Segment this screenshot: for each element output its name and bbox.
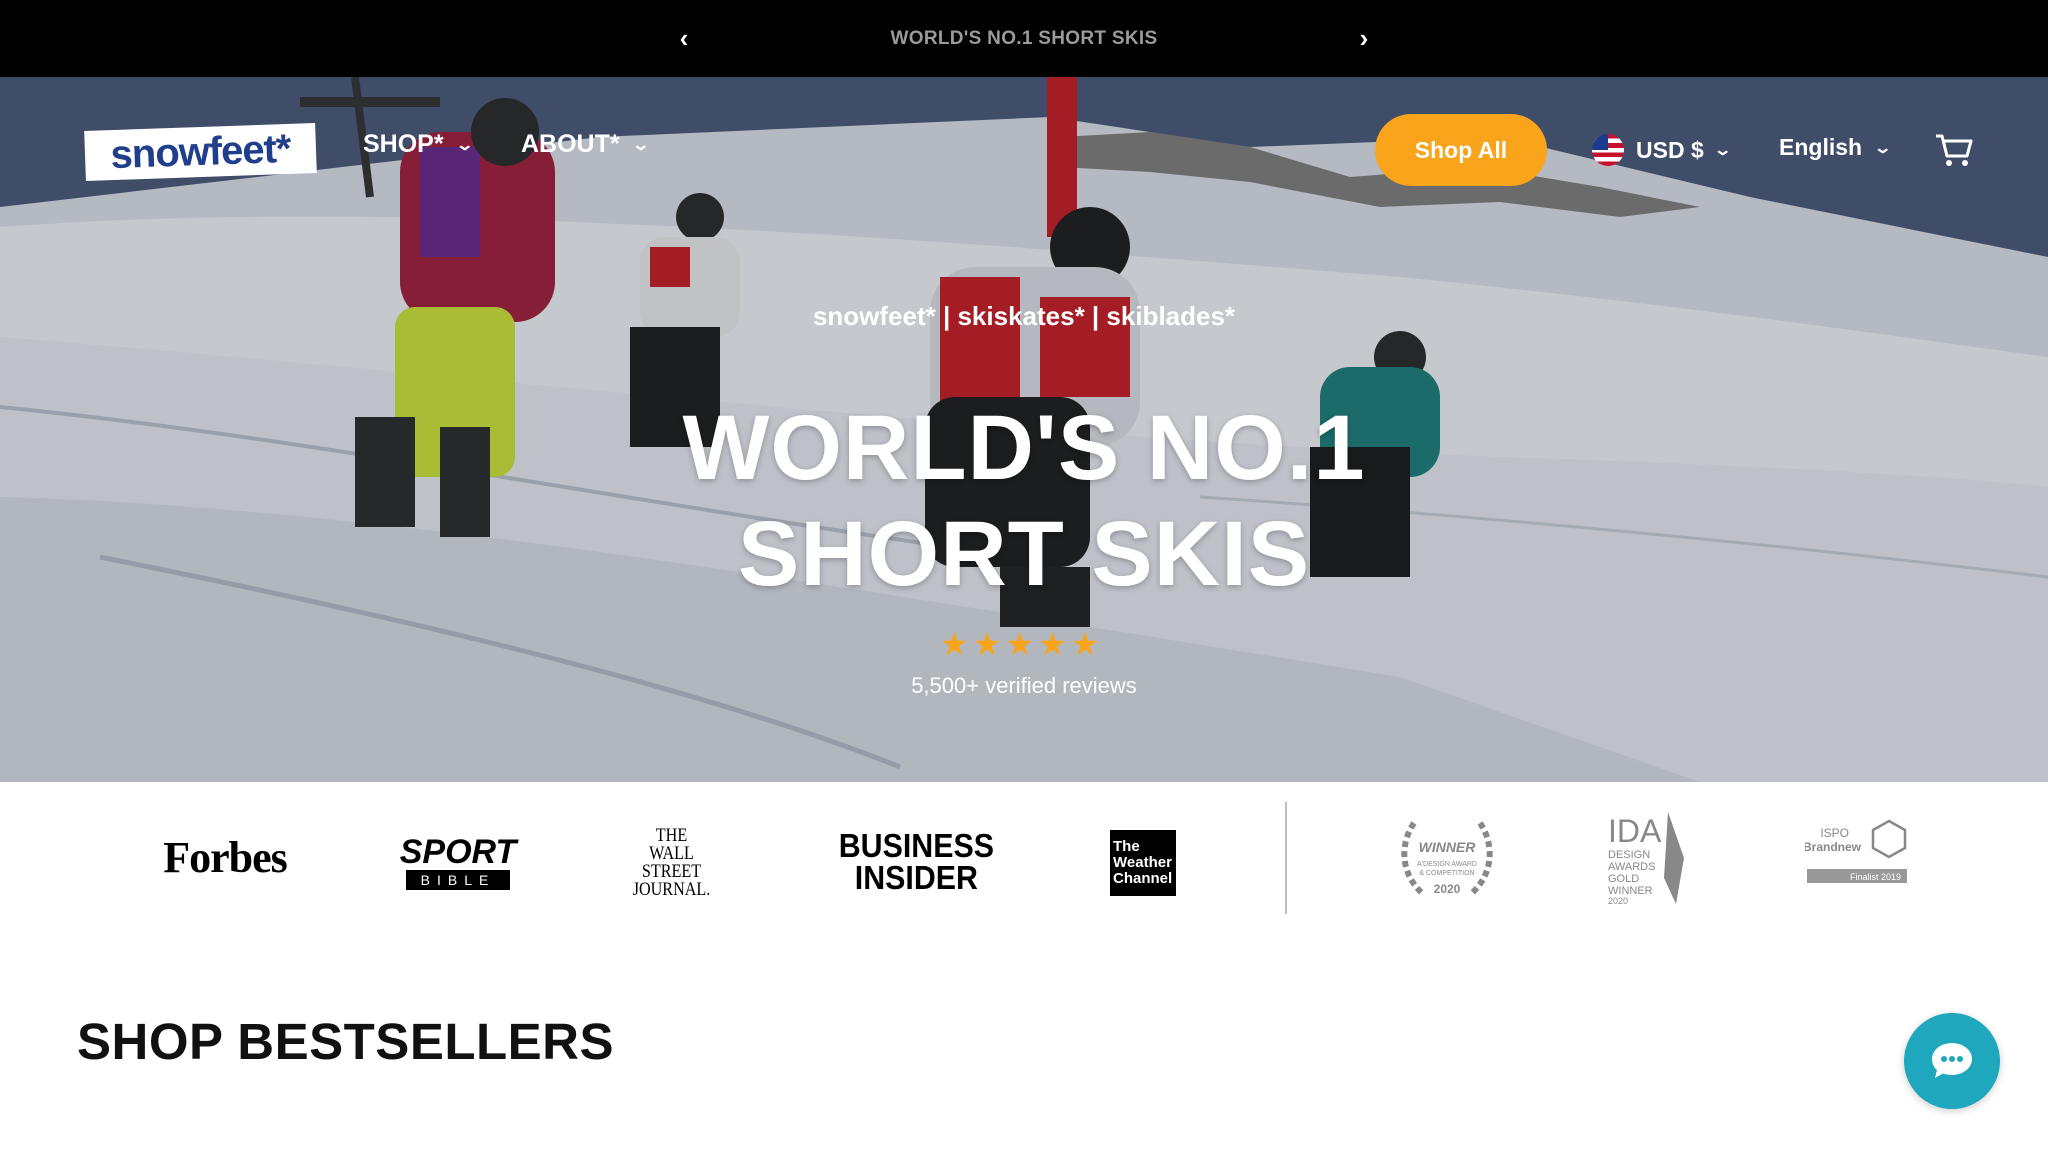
- svg-text:AWARDS: AWARDS: [1608, 861, 1655, 873]
- chevron-down-icon: ⌄: [630, 136, 650, 154]
- svg-text:A'DESIGN AWARD: A'DESIGN AWARD: [1417, 861, 1477, 868]
- sportbible-logo: SPORT BIBLE: [399, 833, 517, 890]
- svg-text:2020: 2020: [1434, 882, 1461, 896]
- adesign-award-logo: WINNER A'DESIGN AWARD & COMPETITION 2020: [1392, 813, 1502, 903]
- star-rating: ★ ★ ★ ★ ★: [940, 628, 1099, 660]
- business-insider-logo: BUSINESS INSIDER: [838, 827, 994, 896]
- language-selector[interactable]: English ⌄: [1779, 134, 1893, 161]
- ida-design-award-logo: IDA DESIGN AWARDS GOLD WINNER 2020: [1606, 808, 1700, 908]
- svg-text:2020: 2020: [1608, 896, 1628, 906]
- cart-icon[interactable]: [1934, 132, 1974, 168]
- headline-line-2: SHORT SKIS: [737, 503, 1311, 605]
- press-divider: [1285, 802, 1287, 914]
- headline-line-1: WORLD'S NO.1: [682, 397, 1366, 499]
- chevron-down-icon: ⌄: [454, 136, 474, 154]
- svg-text:GOLD: GOLD: [1608, 873, 1639, 885]
- star-icon: ★: [1038, 626, 1067, 662]
- chevron-down-icon: ⌄: [1713, 142, 1732, 159]
- svg-text:& COMPETITION: & COMPETITION: [1419, 870, 1474, 877]
- hero-headline: WORLD'S NO.1 SHORT SKIS: [0, 395, 2048, 607]
- currency-selector[interactable]: USD $ ⌄: [1592, 134, 1732, 166]
- ispo-brandnew-logo: ISPO Brandnew Finalist 2019: [1805, 817, 1910, 899]
- chevron-right-icon[interactable]: ›: [1344, 23, 1384, 54]
- announcement-bar: ‹ WORLD'S NO.1 SHORT SKIS ›: [0, 0, 2048, 77]
- chat-bubble-icon: [1932, 1043, 1972, 1078]
- nav-shop-label: SHOP*: [363, 130, 444, 158]
- svg-text:Finalist 2019: Finalist 2019: [1850, 872, 1901, 882]
- announcement-text: WORLD'S NO.1 SHORT SKIS: [890, 27, 1158, 49]
- weather-channel-logo: The Weather Channel: [1110, 830, 1176, 896]
- snowfeet-logo[interactable]: snowfeet*: [84, 122, 317, 182]
- currency-label: USD $: [1636, 136, 1704, 163]
- nav-shop[interactable]: SHOP* ⌄: [363, 130, 474, 159]
- shop-bestsellers-heading: SHOP BESTSELLERS: [77, 1013, 615, 1070]
- nav-about-label: ABOUT*: [521, 130, 620, 158]
- svg-text:DESIGN: DESIGN: [1608, 849, 1650, 861]
- language-label: English: [1779, 134, 1863, 160]
- wsj-logo: THE WALL STREET JOURNAL.: [632, 825, 711, 900]
- svg-text:IDA: IDA: [1608, 813, 1662, 849]
- hero-tagline: snowfeet* | skiskates* | skiblades*: [812, 301, 1236, 331]
- chevron-left-icon[interactable]: ‹: [664, 23, 704, 54]
- shop-all-button[interactable]: Shop All: [1375, 114, 1547, 186]
- star-icon: ★: [940, 626, 969, 662]
- svg-text:ISPO: ISPO: [1820, 826, 1849, 840]
- nav-about[interactable]: ABOUT* ⌄: [521, 130, 650, 159]
- star-icon: ★: [1070, 626, 1100, 662]
- chat-button[interactable]: [1904, 1013, 2000, 1109]
- svg-text:WINNER: WINNER: [1419, 839, 1477, 855]
- press-logos-strip: [0, 782, 2048, 932]
- svg-text:Brandnew: Brandnew: [1805, 840, 1862, 854]
- forbes-logo-text: Forbes: [163, 832, 288, 882]
- chevron-down-icon: ⌄: [1873, 139, 1893, 157]
- star-icon: ★: [972, 626, 1002, 662]
- reviews-count: 5,500+ verified reviews: [911, 673, 1137, 698]
- star-icon: ★: [1005, 626, 1035, 662]
- logo-text: snowfeet*: [109, 126, 292, 177]
- forbes-logo: Forbes: [150, 832, 300, 882]
- us-flag-icon: [1592, 134, 1624, 166]
